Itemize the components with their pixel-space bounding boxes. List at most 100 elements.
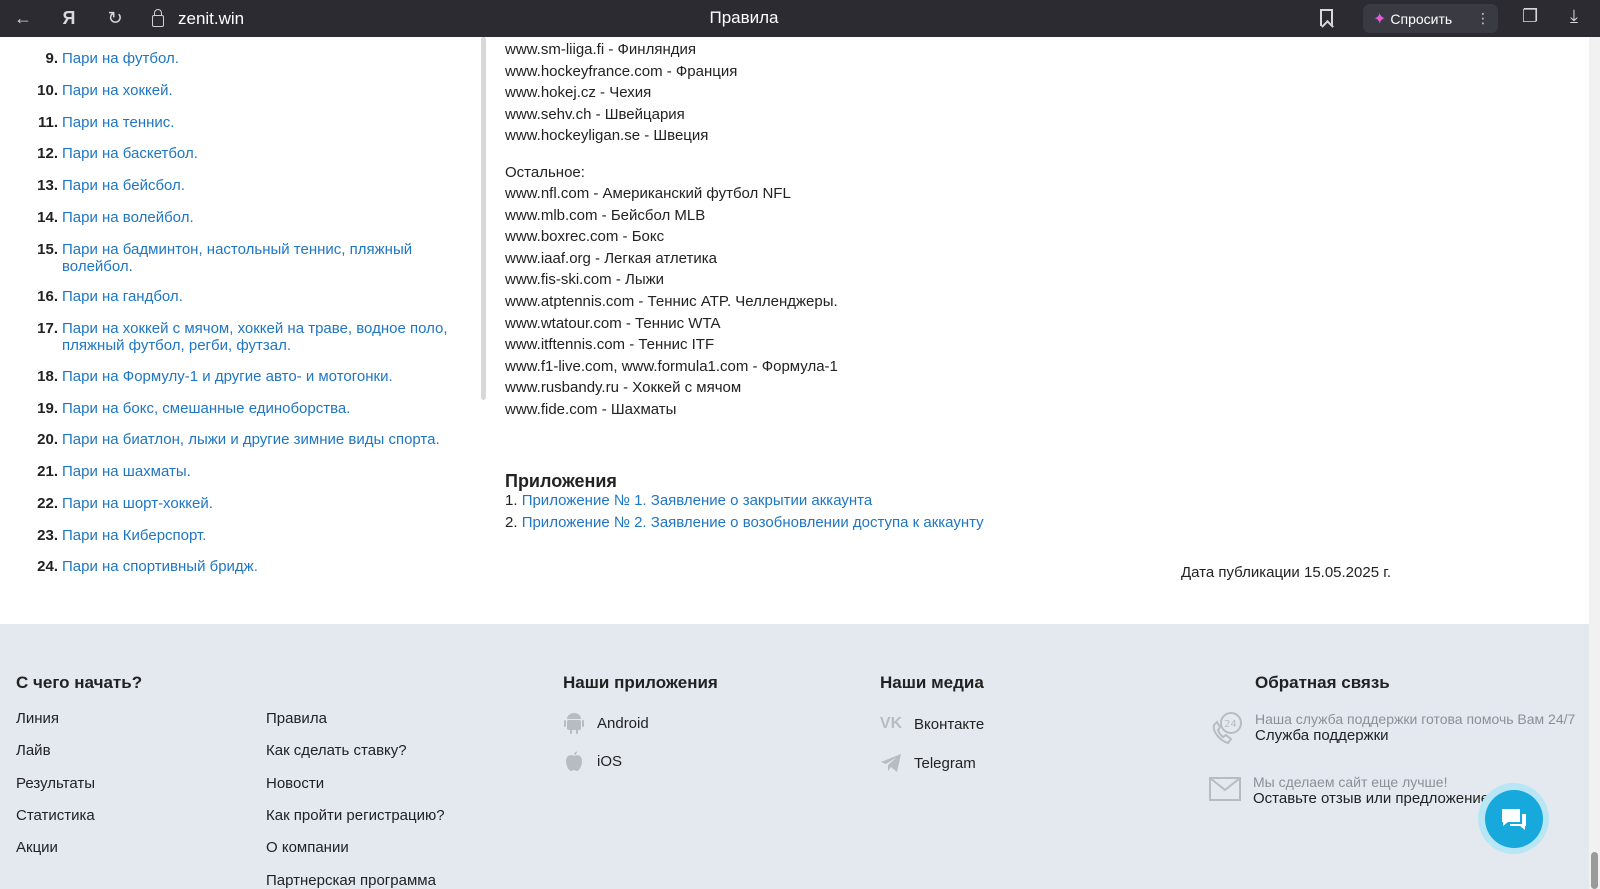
telegram-label: Telegram — [914, 754, 976, 772]
vk-link[interactable]: VK Вконтакте — [880, 713, 984, 735]
section-label: Остальное: — [505, 164, 585, 181]
toc-item-link[interactable]: Пари на хоккей. — [62, 82, 452, 99]
footer-link[interactable]: Правила — [266, 710, 327, 727]
vk-label: Вконтакте — [914, 715, 985, 733]
toc-item-link[interactable]: Пари на гандбол. — [62, 288, 452, 305]
footer-link[interactable]: Статистика — [16, 807, 95, 824]
site-line: www.fis-ski.com - Лыжи — [505, 271, 665, 289]
toc-item-link[interactable]: Пари на шахматы. — [62, 463, 452, 480]
page-scrollbar[interactable] — [1589, 37, 1600, 889]
support-link[interactable]: 24 Наша служба поддержки готова помочь В… — [1212, 711, 1600, 745]
toc-item-link[interactable]: Пари на шорт-хоккей. — [62, 495, 452, 512]
toc-item-link[interactable]: Пари на футбол. — [62, 50, 452, 67]
toc-item-number: 21. — [37, 463, 58, 480]
toc-item-number: 22. — [37, 495, 58, 512]
more-icon[interactable]: ⋮ — [1476, 10, 1490, 27]
site-line: www.itftennis.com - Теннис ITF — [505, 336, 715, 354]
site-line: www.wtatour.com - Теннис WTA — [505, 314, 721, 332]
appendix-link[interactable]: Приложение № 1. Заявление о закрытии акк… — [522, 492, 873, 509]
telegram-icon — [880, 752, 902, 774]
android-icon — [563, 712, 585, 734]
feedback-heading: Обратная связь — [1255, 673, 1390, 692]
toc-item-link[interactable]: Пари на баскетбол. — [62, 145, 452, 162]
svg-text:24: 24 — [1224, 719, 1237, 730]
review-link[interactable]: Мы сделаем сайт еще лучше! Оставьте отзы… — [1209, 774, 1600, 807]
site-line: www.hockeyfrance.com - Франция — [505, 62, 738, 80]
chat-button[interactable] — [1478, 783, 1549, 854]
ios-app-link[interactable]: iOS — [563, 750, 622, 772]
android-app-link[interactable]: Android — [563, 712, 649, 734]
footer-link[interactable]: Результаты — [16, 775, 95, 792]
toc-item-number: 17. — [37, 320, 58, 337]
apps-heading: Наши приложения — [563, 673, 718, 692]
footer-link[interactable]: Партнерская программа — [266, 872, 436, 889]
android-label: Android — [597, 714, 649, 732]
site-line: www.atptennis.com - Теннис ATP. Челлендж… — [505, 293, 838, 310]
page-scrollbar-thumb[interactable] — [1591, 852, 1598, 889]
toc-item-number: 12. — [37, 145, 58, 162]
site-line: www.iaaf.org - Легкая атлетика — [505, 249, 718, 267]
browser-toolbar: ← Я ↻ zenit.win Правила ✦ Спросить ⋮ ❐ ⤓ — [0, 0, 1600, 37]
site-line: www.hokej.cz - Чехия — [505, 84, 652, 101]
appendix-number: 1. — [505, 492, 518, 509]
toc-item-link[interactable]: Пари на бокс, смешанные единоборства. — [62, 400, 452, 417]
download-icon[interactable]: ⤓ — [1570, 6, 1578, 27]
toc-item-link[interactable]: Пари на Формулу-1 и другие авто- и мотог… — [62, 368, 452, 385]
site-line: www.boxrec.com - Бокс — [505, 228, 665, 246]
footer-link[interactable]: Акции — [16, 839, 58, 856]
toc-item-link[interactable]: Пари на хоккей с мячом, хоккей на траве,… — [62, 320, 452, 354]
footer-link[interactable]: Как пройти регистрацию? — [266, 807, 445, 824]
toc-item-number: 10. — [37, 82, 58, 99]
footer-link[interactable]: Как сделать ставку? — [266, 742, 407, 759]
ios-label: iOS — [597, 752, 623, 770]
site-footer: С чего начать? Линия Лайв Результаты Статис… — [0, 624, 1589, 889]
footer-link[interactable]: Новости — [266, 775, 324, 792]
toc-item-link[interactable]: Пари на бадминтон, настольный теннис, пл… — [62, 241, 452, 275]
ai-spark-icon: ✦ — [1373, 10, 1387, 28]
toc-item-number: 15. — [37, 241, 58, 258]
phone-24-icon: 24 — [1210, 711, 1244, 745]
site-line: www.sm-liiga.fi - Финляндия — [505, 41, 696, 58]
toc-item-number: 19. — [37, 400, 58, 417]
ask-button[interactable]: ✦ Спросить ⋮ — [1363, 4, 1498, 33]
telegram-link[interactable]: Telegram — [880, 752, 976, 774]
page-content: 9. Пари на футбол. 10. Пари на хоккей. 11. Па… — [0, 37, 1600, 889]
site-line: www.hockeyligan.se - Швеция — [505, 127, 709, 144]
publication-date: Дата публикации 15.05.2025 г. — [1181, 564, 1392, 581]
toc-scrollbar[interactable] — [481, 37, 486, 400]
site-line: www.sehv.ch - Швейцария — [505, 105, 685, 123]
toc-item-number: 16. — [37, 288, 58, 305]
media-heading: Наши медиа — [880, 673, 984, 692]
toc-item-link[interactable]: Пари на биатлон, лыжи и другие зимние ви… — [62, 431, 452, 448]
toc-item-number: 13. — [37, 177, 58, 194]
footer-link[interactable]: О компании — [266, 839, 349, 856]
site-line: www.f1-live.com, www.formula1.com - Форм… — [505, 357, 838, 375]
page-title: Правила — [709, 8, 779, 27]
toc-item-link[interactable]: Пари на волейбол. — [62, 209, 452, 226]
support-label: Служба поддержки — [1255, 727, 1389, 744]
toc-item-link[interactable]: Пари на теннис. — [62, 114, 452, 131]
vk-icon: VK — [879, 715, 903, 732]
toc-item-link[interactable]: Пари на бейсбол. — [62, 177, 452, 194]
footer-link[interactable]: Лайв — [16, 742, 51, 759]
appendix-number: 2. — [505, 513, 518, 531]
toc-item-link[interactable]: Пари на Киберспорт. — [62, 527, 452, 544]
footer-link[interactable]: Линия — [16, 710, 59, 727]
site-line: www.rusbandy.ru - Хоккей с мячом — [505, 379, 742, 397]
toc-item-number: 20. — [37, 431, 58, 448]
toc-item-number: 23. — [37, 527, 58, 544]
review-label: Оставьте отзыв или предложение — [1253, 790, 1490, 807]
toc-item-number: 11. — [37, 114, 58, 131]
collections-icon[interactable]: ❐ — [1522, 6, 1538, 27]
start-heading: С чего начать? — [16, 673, 143, 692]
chat-icon — [1484, 789, 1543, 848]
appendix-link[interactable]: Приложение № 2. Заявление о возобновлени… — [522, 514, 984, 531]
site-line: www.mlb.com - Бейсбол MLB — [505, 206, 706, 224]
appendix-item: 2. Приложение № 2. Заявление о возобновл… — [505, 514, 984, 531]
site-line: www.nfl.com - Американский футбол NFL — [505, 185, 791, 202]
mail-icon — [1208, 774, 1242, 808]
appendix-item: 1. Приложение № 1. Заявление о закрытии … — [505, 492, 872, 509]
bookmark-icon[interactable] — [1320, 9, 1333, 26]
apple-icon — [563, 750, 585, 772]
toc-item-link[interactable]: Пари на спортивный бридж. — [62, 558, 452, 575]
